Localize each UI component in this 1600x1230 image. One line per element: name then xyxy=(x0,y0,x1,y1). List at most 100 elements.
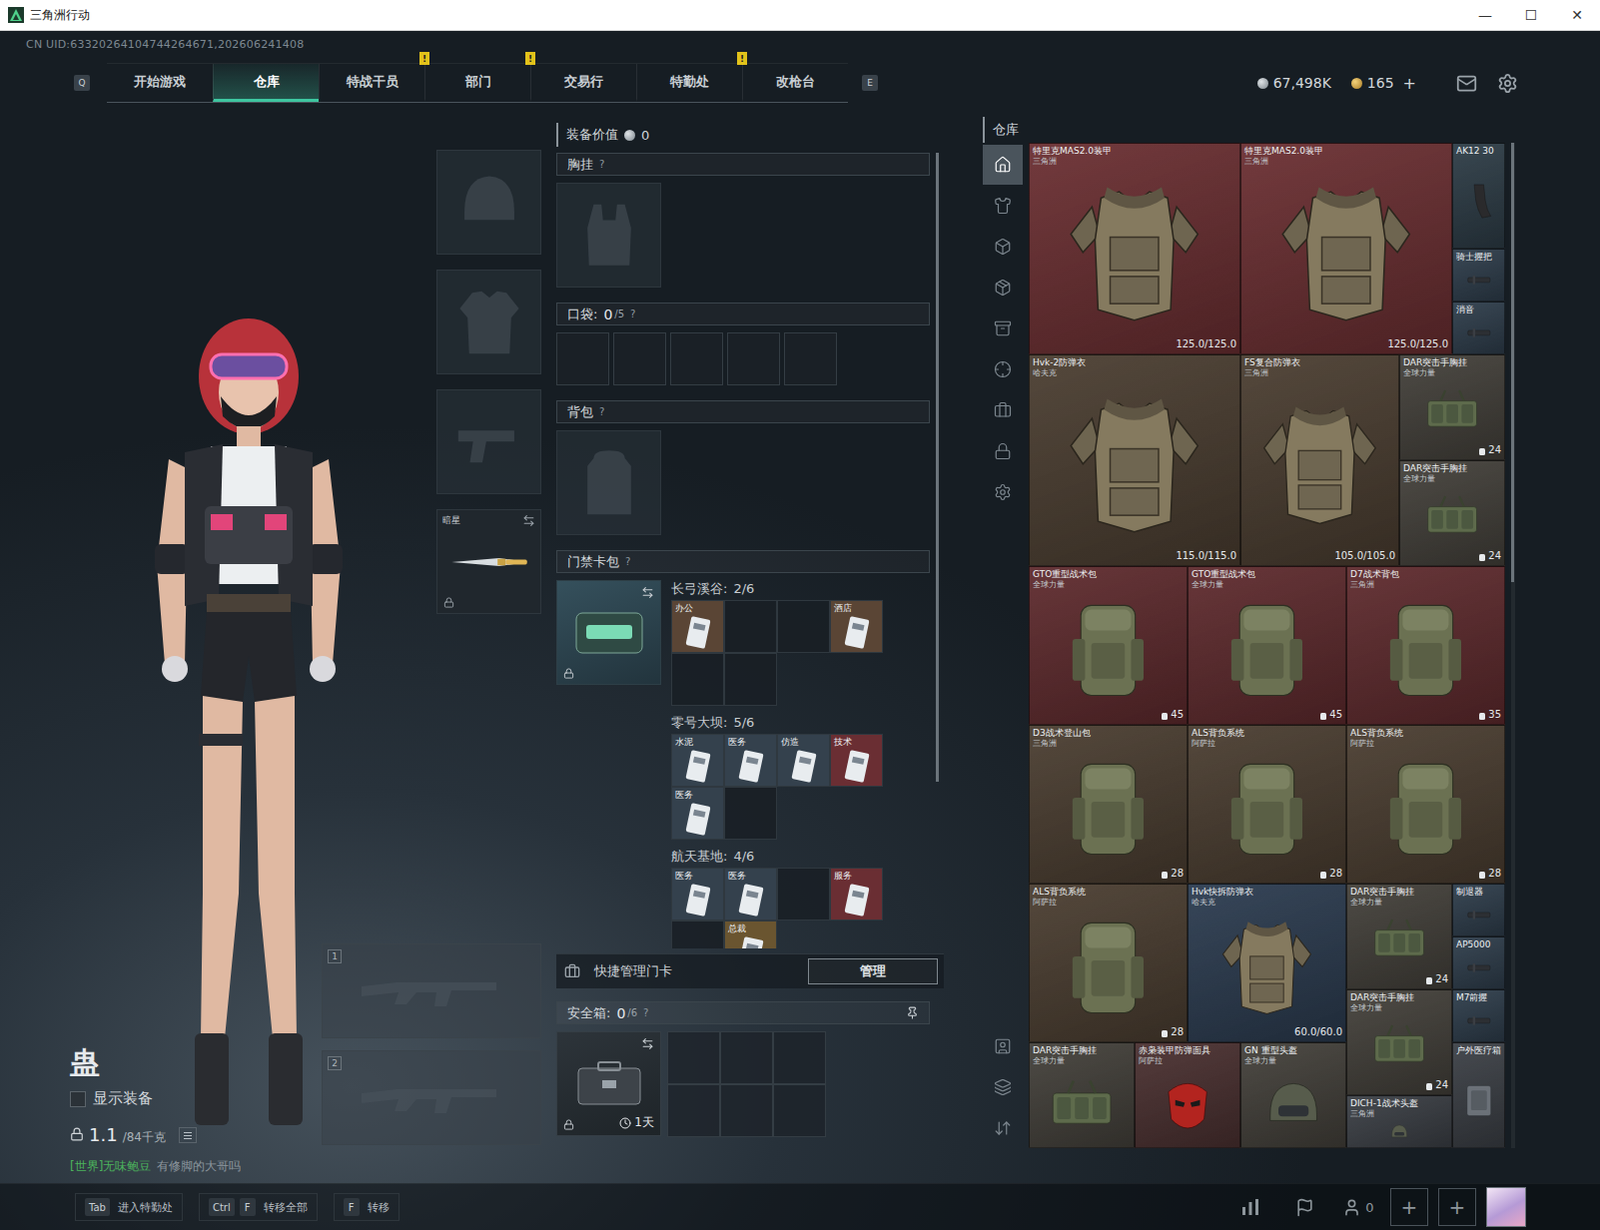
warehouse-item[interactable]: GTO重型战术包全球力量45 xyxy=(1028,566,1188,726)
help-mark[interactable]: ? xyxy=(630,308,636,320)
equip-slot[interactable] xyxy=(436,269,542,375)
warehouse-item[interactable]: GN 重型头盔全球力量 xyxy=(1240,1042,1347,1149)
swap-button[interactable] xyxy=(641,1037,655,1051)
sidebar-item[interactable] xyxy=(982,349,1023,390)
keycard-slot[interactable]: 医务 xyxy=(724,867,778,921)
flag-button[interactable] xyxy=(1282,1198,1327,1218)
warehouse-item[interactable]: DAR突击手胸挂全球力量24 xyxy=(1399,354,1506,461)
keycard-slot[interactable]: 办公 xyxy=(671,600,725,654)
keycard-slot[interactable] xyxy=(777,600,830,654)
sidebar-item[interactable] xyxy=(982,1108,1023,1149)
help-mark[interactable]: ? xyxy=(599,406,605,418)
keycard-slot[interactable]: 技术 xyxy=(829,734,883,788)
window-control-button[interactable]: ☐ xyxy=(1508,0,1555,30)
window-control-button[interactable]: ✕ xyxy=(1554,0,1600,30)
safe-case-slot[interactable]: 1天 xyxy=(556,1031,662,1137)
equip-slot[interactable] xyxy=(436,149,542,255)
key-hint-button[interactable]: CtrlF转移全部 xyxy=(198,1193,318,1222)
keycard-slot[interactable]: 医务 xyxy=(724,734,778,788)
sidebar-item[interactable] xyxy=(982,472,1023,513)
squad-button[interactable]: 0 xyxy=(1336,1198,1381,1218)
safe-slot[interactable] xyxy=(667,1031,721,1085)
warehouse-item[interactable]: DAR突击手胸挂全球力量24 xyxy=(1346,989,1453,1096)
warehouse-item[interactable]: DAR突击手胸挂全球力量24 xyxy=(1399,460,1506,567)
warehouse-item[interactable]: AP5000 xyxy=(1452,936,1506,990)
nav-tab[interactable]: 仓库 xyxy=(212,63,319,102)
scrollbar-thumb[interactable] xyxy=(935,152,939,783)
player-avatar[interactable] xyxy=(1486,1187,1527,1228)
warehouse-item[interactable]: 制退器 xyxy=(1452,883,1506,937)
warehouse-item[interactable]: Hvk-2防弹衣哈夫克115.0/115.0 xyxy=(1028,354,1241,567)
nav-tab[interactable]: 特勤处! xyxy=(636,63,743,102)
sidebar-item[interactable] xyxy=(982,1026,1023,1067)
sidebar-item[interactable] xyxy=(982,1067,1023,1108)
sidebar-item[interactable] xyxy=(982,185,1023,226)
equip-slot[interactable] xyxy=(436,389,542,495)
loadout-scroll[interactable]: 胸挂?口袋:0/5?背包?门禁卡包?长弓溪谷:2/6办公酒店零号大坝:5/6水泥… xyxy=(556,152,944,949)
keycard-slot[interactable]: 医务 xyxy=(671,867,725,921)
nav-tab[interactable]: 交易行 xyxy=(530,63,637,102)
warehouse-item[interactable]: 户外医疗箱 xyxy=(1452,1042,1506,1149)
keycard-slot[interactable] xyxy=(777,867,830,921)
weapon-slot[interactable]: 2 xyxy=(321,1050,542,1146)
window-control-button[interactable]: — xyxy=(1462,0,1509,30)
safe-slot[interactable] xyxy=(773,1084,826,1138)
chat-sender[interactable]: [世界]无味鲍豆 xyxy=(69,1159,151,1174)
warehouse-item[interactable]: ALS背负系统阿萨拉28 xyxy=(1187,725,1347,884)
nav-tab[interactable]: 改枪台 xyxy=(742,63,848,102)
pocket-slot[interactable] xyxy=(613,332,667,386)
mail-button[interactable] xyxy=(1456,72,1478,94)
safe-slot[interactable] xyxy=(773,1031,826,1085)
sidebar-item[interactable] xyxy=(982,144,1023,185)
warehouse-item[interactable]: ALS背负系统阿萨拉28 xyxy=(1346,725,1506,884)
show-equipment-toggle[interactable]: 显示装备 xyxy=(69,1089,322,1109)
chest-slot[interactable] xyxy=(556,182,662,288)
keycard-slot[interactable]: 医务 xyxy=(671,787,725,840)
nav-tab[interactable]: 开始游戏 xyxy=(106,63,213,102)
swap-button[interactable] xyxy=(641,586,655,600)
warehouse-item[interactable]: D3战术登山包三角洲28 xyxy=(1028,725,1188,884)
sidebar-item[interactable] xyxy=(982,226,1023,267)
checkbox[interactable] xyxy=(69,1091,86,1108)
warehouse-item[interactable]: M7前握 xyxy=(1452,989,1506,1043)
warehouse-item[interactable]: D7战术背包三角洲35 xyxy=(1346,566,1506,726)
sidebar-item[interactable] xyxy=(982,390,1023,431)
key-hint-button[interactable]: F转移 xyxy=(333,1193,400,1222)
swap-icon[interactable] xyxy=(522,514,536,528)
backpack-slot[interactable] xyxy=(556,430,662,536)
nav-tab[interactable]: 部门! xyxy=(424,63,531,102)
nav-tab[interactable]: 特战干员! xyxy=(318,63,425,102)
sidebar-item[interactable] xyxy=(982,431,1023,472)
manage-button[interactable]: 管理 xyxy=(807,958,938,985)
keycard-slot[interactable]: 仿造 xyxy=(777,734,830,788)
help-mark[interactable]: ? xyxy=(643,1007,649,1019)
pocket-slot[interactable] xyxy=(556,332,610,386)
scrollbar[interactable] xyxy=(935,152,939,783)
warehouse-item[interactable]: FS复合防弹衣三角洲105.0/105.0 xyxy=(1240,354,1400,567)
keycard-slot[interactable]: 服务 xyxy=(829,867,883,921)
weapon-slot[interactable]: 1 xyxy=(321,943,542,1039)
warehouse-item[interactable]: DAR突击手胸挂全球力量 xyxy=(1028,1042,1135,1149)
key-hint-button[interactable]: Tab进入特勤处 xyxy=(74,1193,183,1222)
keycard-slot[interactable] xyxy=(724,653,778,707)
keycard-slot[interactable]: 水泥 xyxy=(671,734,725,788)
warehouse-item[interactable]: 消音 xyxy=(1452,301,1506,355)
keycard-slot[interactable] xyxy=(671,920,725,949)
keycard-slot[interactable] xyxy=(724,787,778,840)
safe-slot[interactable] xyxy=(720,1084,774,1138)
invite-slot[interactable]: + xyxy=(1438,1188,1477,1227)
help-mark[interactable]: ? xyxy=(599,158,605,170)
pin-button[interactable] xyxy=(905,1006,919,1020)
help-mark[interactable]: ? xyxy=(625,556,631,568)
invite-slot[interactable]: + xyxy=(1390,1188,1429,1227)
scrollbar-thumb[interactable] xyxy=(1511,142,1515,583)
safe-slot[interactable] xyxy=(720,1031,774,1085)
add-coins-button[interactable]: + xyxy=(1403,73,1417,93)
warehouse-item[interactable]: DICH-1战术头盔三角洲 xyxy=(1346,1095,1453,1149)
warehouse-item[interactable]: AK12 30 xyxy=(1452,142,1506,249)
pocket-slot[interactable] xyxy=(784,332,837,386)
keycard-slot[interactable]: 总裁 xyxy=(724,920,778,949)
scrollbar[interactable] xyxy=(1511,142,1516,1149)
keycard-slot[interactable] xyxy=(724,600,778,654)
warehouse-item[interactable]: GTO重型战术包全球力量45 xyxy=(1187,566,1347,726)
